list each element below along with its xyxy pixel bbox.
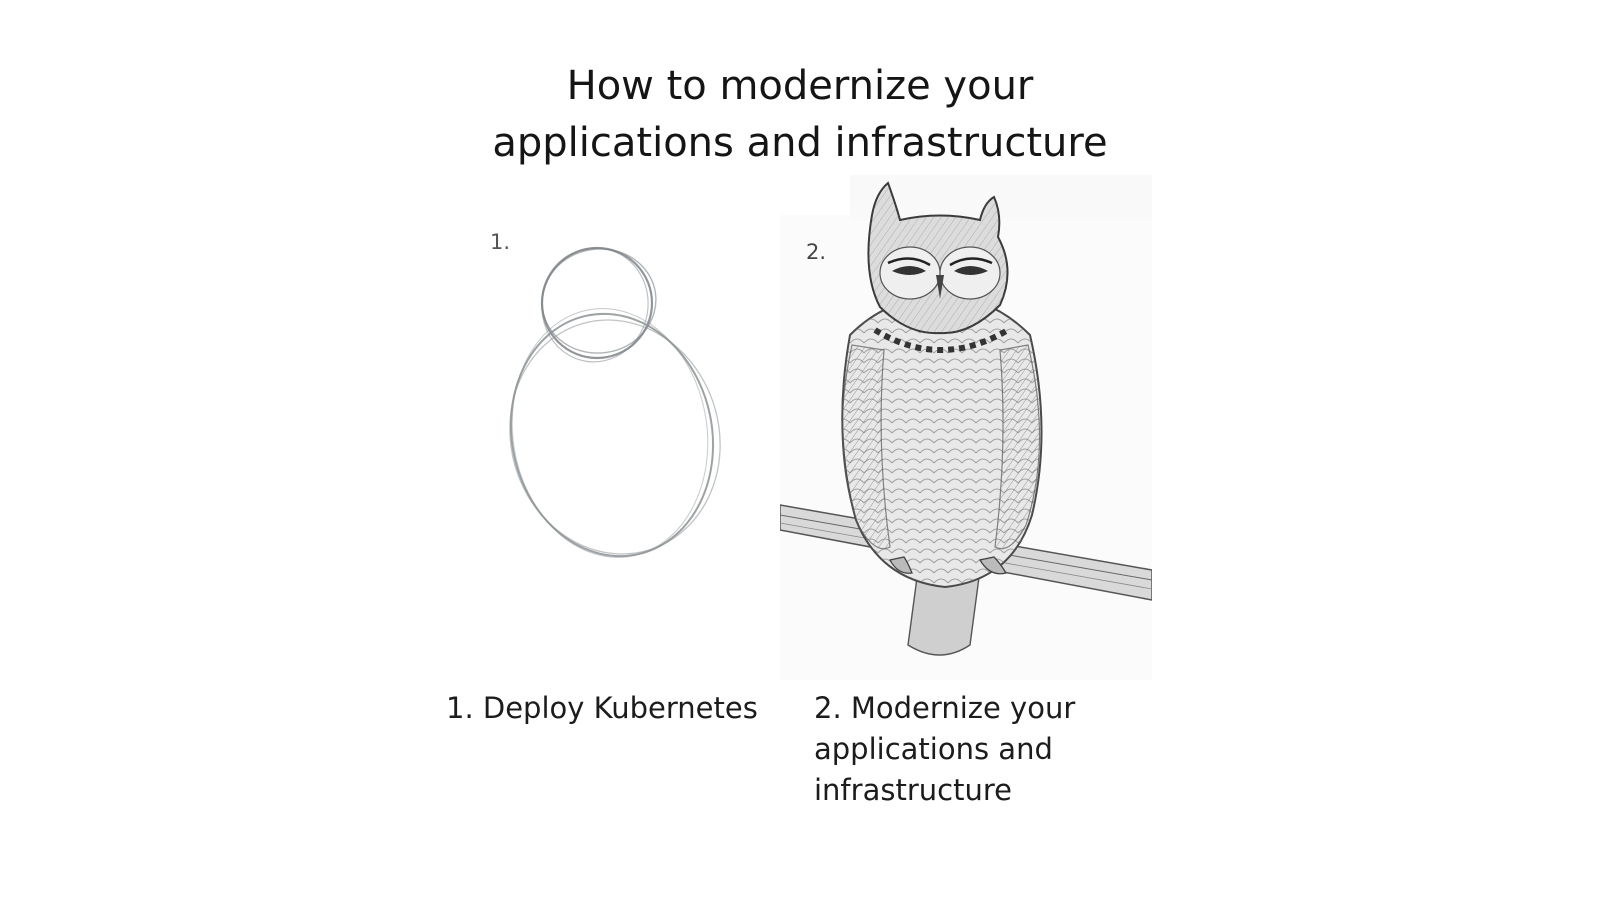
step-2-caption: 2. Modernize your applications and infra… xyxy=(814,688,1134,811)
body-oval xyxy=(509,308,721,558)
head-circle xyxy=(540,246,657,363)
owl-drawing: 2. xyxy=(780,175,1152,680)
step-2-drawing: 2. xyxy=(780,175,1152,680)
step-1-caption-line-1: 1. Deploy Kubernetes xyxy=(446,691,758,725)
step-2-caption-line-3: infrastructure xyxy=(814,773,1012,807)
step-1-drawing: 1. xyxy=(430,175,760,675)
slide-title-line-1: How to modernize your xyxy=(566,63,1034,109)
step-1-number: 1. xyxy=(490,230,510,254)
step-1-caption: 1. Deploy Kubernetes xyxy=(446,688,758,729)
slide-title-line-2: applications and infrastructure xyxy=(492,120,1108,166)
step-2-caption-line-2: applications and xyxy=(814,732,1053,766)
step-2-caption-line-1: 2. Modernize your xyxy=(814,691,1076,725)
slide-title: How to modernize your applications and i… xyxy=(0,58,1600,172)
step-2-number: 2. xyxy=(806,240,826,264)
circles-sketch: 1. xyxy=(490,230,721,558)
